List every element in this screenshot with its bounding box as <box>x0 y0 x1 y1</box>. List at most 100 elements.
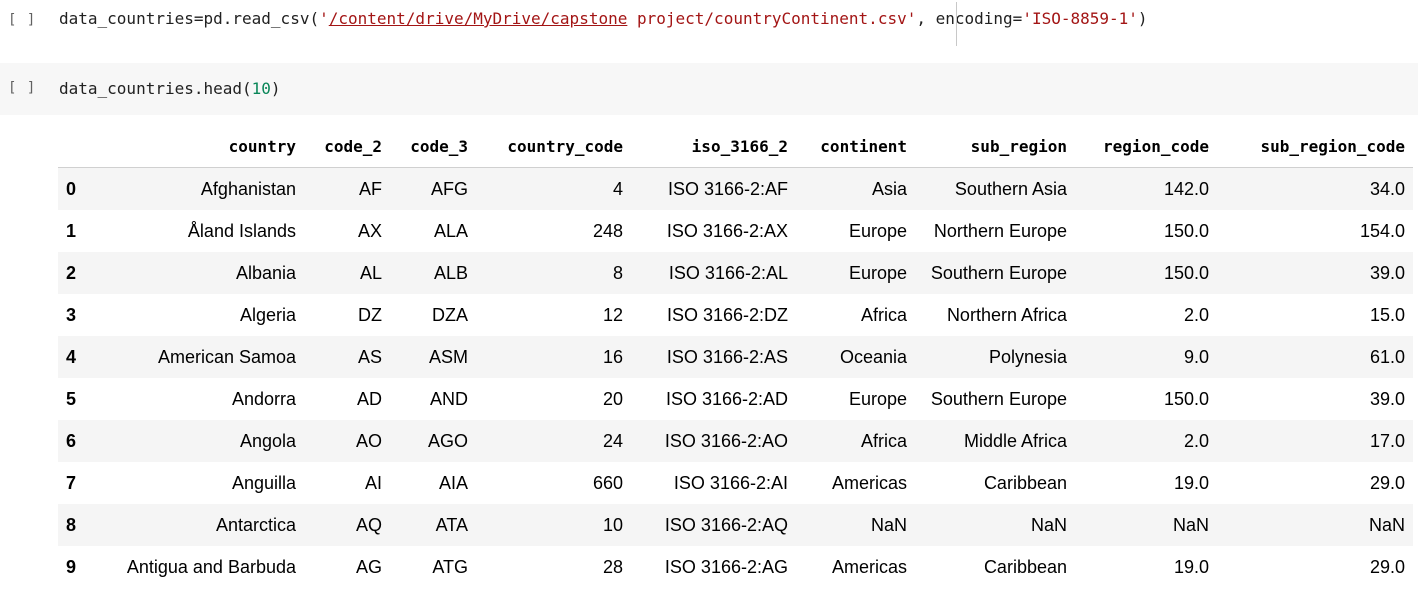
table-cell-iso-3166-2: ISO 3166-2:AO <box>664 430 788 451</box>
table-row: 4 American Samoa AS ASM 16 ISO 3166-2:AS Ocean… <box>58 336 1413 378</box>
run-cell-button[interactable]: [ ] <box>8 80 36 96</box>
table-cell-country-code: 660 <box>592 472 623 493</box>
table-cell-iso-3166-2: ISO 3166-2:AS <box>666 346 788 367</box>
code-editor-line[interactable]: data_countries.head(10) <box>59 79 281 98</box>
table-cell-code-2: AX <box>357 220 382 241</box>
table-cell-country: American Samoa <box>157 346 296 367</box>
code-text: ) <box>270 79 281 98</box>
string-literal: 'ISO-8859-1' <box>1022 9 1138 28</box>
table-row: 6 Angola AO AGO 24 ISO 3166-2:AO Africa Middle … <box>58 420 1413 462</box>
table-cell-country: Antarctica <box>215 514 296 535</box>
table-cell-sub-region-code: 154.0 <box>1359 220 1405 241</box>
table-cell-iso-3166-2: ISO 3166-2:AQ <box>664 514 788 535</box>
string-quote: ' <box>319 9 329 28</box>
table-cell-continent: Oceania <box>839 346 907 367</box>
table-row: 3 Algeria DZ DZA 12 ISO 3166-2:DZ Africa Northe… <box>58 294 1413 336</box>
table-cell-region-code: 2.0 <box>1183 304 1209 325</box>
column-header-code-3: code_3 <box>390 125 476 168</box>
table-cell-sub-region: Middle Africa <box>963 430 1067 451</box>
column-header-sub-region: sub_region <box>915 125 1075 168</box>
table-row: 8 Antarctica AQ ATA 10 ISO 3166-2:AQ NaN NaN NaN… <box>58 504 1413 546</box>
code-cell-head[interactable]: [ ] data_countries.head(10) <box>0 63 1418 115</box>
row-index: 6 <box>66 430 77 451</box>
table-cell-code-2: AO <box>355 430 382 451</box>
table-cell-continent: NaN <box>870 514 907 535</box>
run-cell-button[interactable]: [ ] <box>8 12 36 28</box>
table-cell-sub-region-code: 39.0 <box>1369 262 1405 283</box>
table-cell-code-3: ATA <box>435 514 468 535</box>
column-header-country-code: country_code <box>476 125 631 168</box>
table-cell-sub-region-code: 17.0 <box>1369 430 1405 451</box>
text-cursor <box>956 2 957 46</box>
table-cell-country-code: 4 <box>612 178 623 199</box>
table-cell-code-3: ATG <box>432 556 468 577</box>
table-cell-sub-region: Southern Europe <box>930 262 1067 283</box>
dataframe-output-table: country code_2 code_3 country_code iso_3166_… <box>58 125 1413 588</box>
code-text: ) <box>1137 9 1148 28</box>
table-cell-country: Algeria <box>239 304 296 325</box>
row-index: 9 <box>66 556 77 577</box>
table-cell-region-code: 150.0 <box>1163 262 1209 283</box>
row-index: 5 <box>66 388 77 409</box>
table-cell-region-code: 19.0 <box>1173 472 1209 493</box>
table-cell-code-3: ASM <box>428 346 468 367</box>
table-cell-country-code: 8 <box>612 262 623 283</box>
table-row: 2 Albania AL ALB 8 ISO 3166-2:AL Europe Souther… <box>58 252 1413 294</box>
code-cell-read-csv[interactable]: [ ] data_countries=pd.read_csv('/content… <box>0 0 1418 46</box>
row-index: 7 <box>66 472 77 493</box>
table-cell-code-3: AFG <box>430 178 468 199</box>
table-cell-sub-region-code: 29.0 <box>1369 472 1405 493</box>
index-header <box>58 125 88 168</box>
table-cell-iso-3166-2: ISO 3166-2:AI <box>673 472 788 493</box>
table-cell-code-3: ALA <box>433 220 468 241</box>
table-cell-sub-region: Caribbean <box>983 472 1067 493</box>
table-cell-sub-region-code: NaN <box>1368 514 1405 535</box>
table-cell-code-3: ALB <box>433 262 468 283</box>
table-cell-country-code: 28 <box>602 556 623 577</box>
table-cell-sub-region-code: 15.0 <box>1369 304 1405 325</box>
table-cell-sub-region: Southern Europe <box>930 388 1067 409</box>
string-literal: project/countryContinent.csv' <box>627 9 917 28</box>
column-header-continent: continent <box>796 125 915 168</box>
column-header-code-2: code_2 <box>304 125 390 168</box>
table-cell-country-code: 24 <box>602 430 623 451</box>
row-index: 8 <box>66 514 77 535</box>
table-cell-continent: Asia <box>871 178 907 199</box>
table-cell-code-3: DZA <box>432 304 468 325</box>
column-header-sub-region-code: sub_region_code <box>1217 125 1413 168</box>
table-cell-iso-3166-2: ISO 3166-2:AG <box>664 556 788 577</box>
table-cell-country: Antigua and Barbuda <box>126 556 296 577</box>
table-cell-sub-region-code: 61.0 <box>1369 346 1405 367</box>
code-text: data_countries.head( <box>59 79 252 98</box>
table-cell-code-2: DZ <box>358 304 382 325</box>
table-cell-country-code: 20 <box>602 388 623 409</box>
path-link[interactable]: /content/drive/MyDrive/capstone <box>329 9 628 28</box>
table-cell-iso-3166-2: ISO 3166-2:AD <box>665 388 788 409</box>
table-cell-iso-3166-2: ISO 3166-2:AX <box>666 220 788 241</box>
table-cell-continent: Americas <box>831 556 907 577</box>
table-cell-iso-3166-2: ISO 3166-2:AF <box>667 178 788 199</box>
table-row: 1 Åland Islands AX ALA 248 ISO 3166-2:AX Europ… <box>58 210 1413 252</box>
row-index: 2 <box>66 262 77 283</box>
code-editor-line[interactable]: data_countries=pd.read_csv('/content/dri… <box>59 9 1148 28</box>
table-cell-code-2: AD <box>356 388 382 409</box>
table-row: 5 Andorra AD AND 20 ISO 3166-2:AD Europe Southe… <box>58 378 1413 420</box>
table-cell-country: Afghanistan <box>200 178 296 199</box>
table-cell-sub-region-code: 34.0 <box>1369 178 1405 199</box>
table-cell-sub-region: Caribbean <box>983 556 1067 577</box>
table-cell-sub-region: NaN <box>1030 514 1067 535</box>
table-cell-country: Åland Islands <box>187 220 296 241</box>
table-cell-continent: Africa <box>860 304 907 325</box>
table-cell-country-code: 16 <box>602 346 623 367</box>
table-cell-sub-region: Southern Asia <box>954 178 1067 199</box>
column-header-country: country <box>88 125 304 168</box>
table-row: 7 Anguilla AI AIA 660 ISO 3166-2:AI Americas Ca… <box>58 462 1413 504</box>
table-cell-region-code: 19.0 <box>1173 556 1209 577</box>
table-cell-code-2: AQ <box>355 514 382 535</box>
table-row: 0 Afghanistan AF AFG 4 ISO 3166-2:AF Asia South… <box>58 167 1413 210</box>
table-cell-continent: Europe <box>848 262 907 283</box>
number-literal: 10 <box>251 79 271 98</box>
table-cell-country: Anguilla <box>231 472 296 493</box>
table-cell-region-code: 9.0 <box>1183 346 1209 367</box>
column-header-iso-3166-2: iso_3166_2 <box>631 125 796 168</box>
